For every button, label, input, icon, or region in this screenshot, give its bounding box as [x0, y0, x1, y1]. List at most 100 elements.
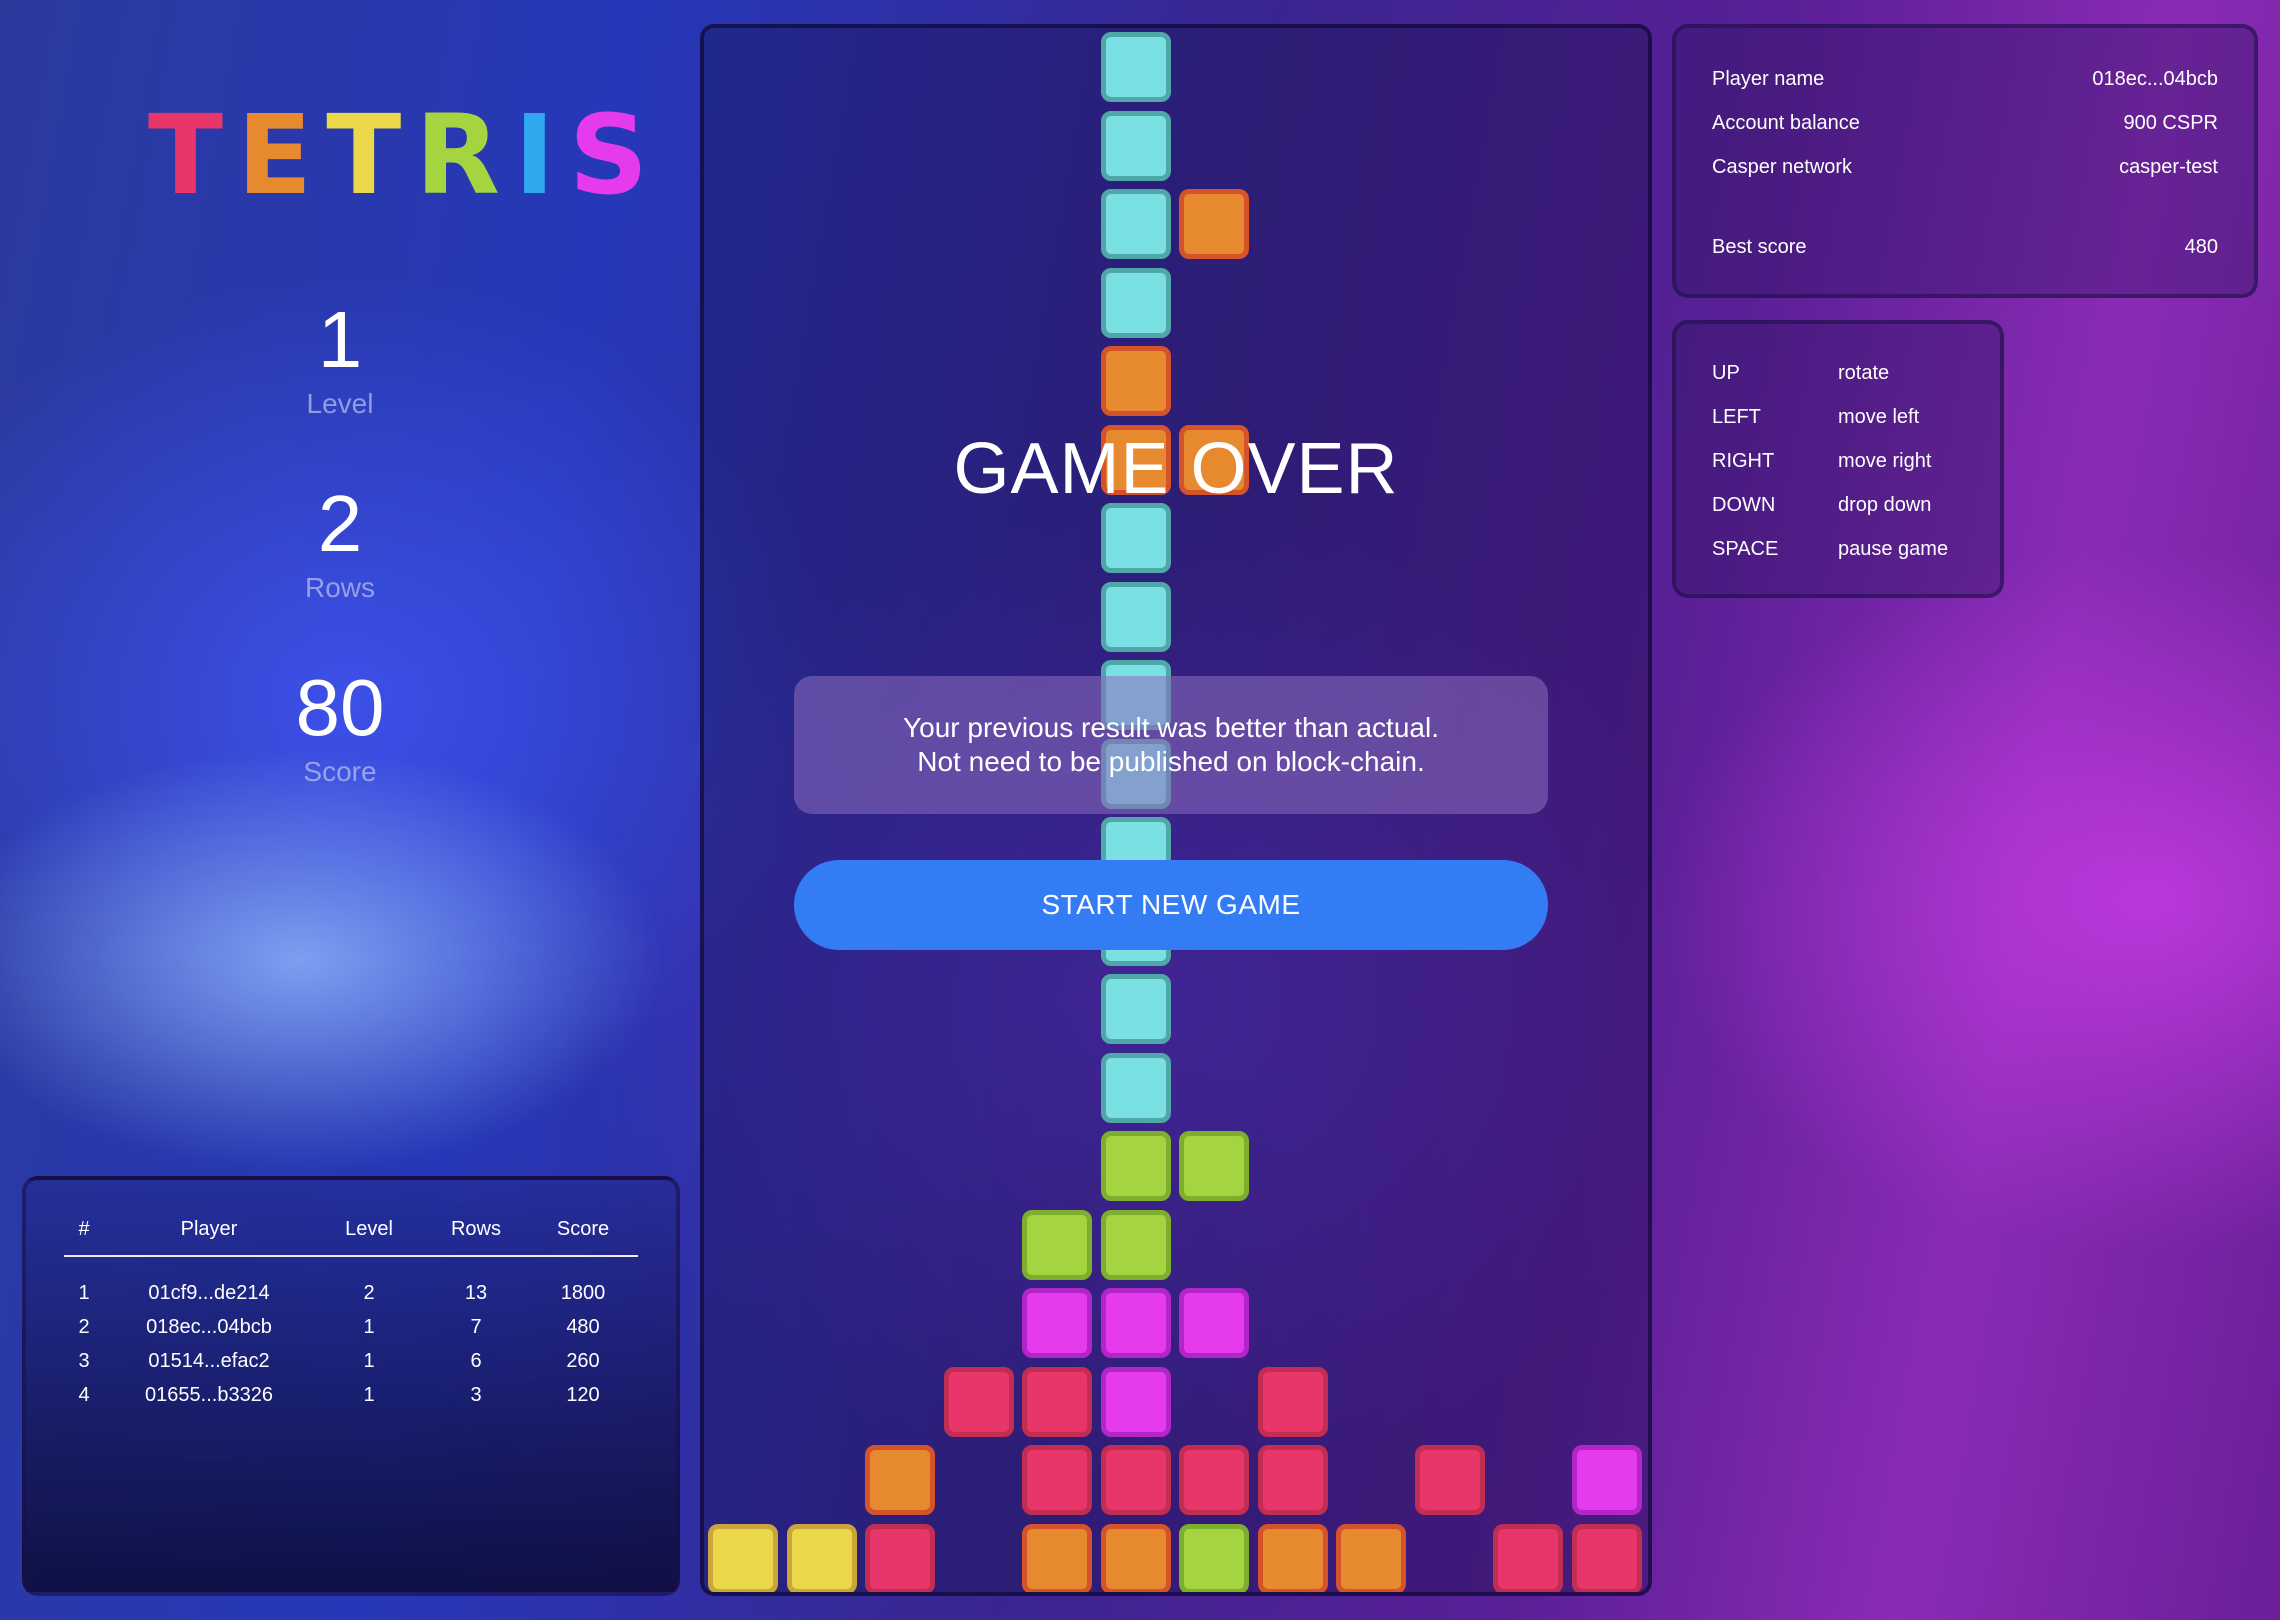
control-key: RIGHT: [1712, 450, 1775, 472]
rank-cell: 4: [78, 1383, 90, 1406]
score-label: Score: [303, 756, 377, 787]
player-name-value: 018ec...04bcb: [2092, 68, 2218, 90]
rank-cell: 1: [78, 1281, 90, 1304]
table-row: 2 018ec...04bcb 1 7 480: [64, 1310, 638, 1344]
balance-row: Account balance 900 CSPR: [1712, 112, 2218, 135]
control-key: SPACE: [1712, 538, 1779, 560]
game-board: GAME OVER Your previous result was bette…: [700, 24, 1652, 1596]
score-value: 80: [295, 663, 385, 752]
board-block: [865, 1523, 935, 1592]
board-block: [1100, 503, 1171, 573]
control-action: drop down: [1838, 494, 1932, 516]
leaderboard-header-row: # Player Level Rows Score: [64, 1218, 638, 1257]
best-score-value: 480: [2184, 236, 2218, 258]
rows-cell: 3: [470, 1383, 482, 1406]
board-block: [1100, 1209, 1171, 1280]
level-value: 1: [317, 295, 363, 384]
level-cell: 1: [363, 1383, 375, 1406]
board-block: [1100, 1366, 1171, 1437]
logo-letter: T: [148, 91, 234, 219]
rank-cell: 3: [78, 1349, 90, 1372]
board-block: [1100, 581, 1171, 652]
board-block: [1179, 189, 1249, 259]
col-rows-header: Rows: [424, 1218, 528, 1257]
message-line-1: Your previous result was better than act…: [903, 712, 1439, 743]
level-stat: 1 Level: [240, 300, 440, 420]
board-block: [1100, 1131, 1171, 1201]
start-new-game-button[interactable]: START NEW GAME: [794, 860, 1548, 950]
board-block: [943, 1366, 1014, 1437]
game-over-title: GAME OVER: [953, 429, 1399, 509]
best-score-row: Best score 480: [1712, 236, 2218, 259]
player-cell: 01655...b3326: [145, 1383, 273, 1406]
control-action: pause game: [1838, 538, 1949, 560]
rows-value: 2: [317, 479, 363, 568]
board-block: [1022, 1209, 1092, 1280]
player-info-panel: Player name 018ec...04bcb Account balanc…: [1672, 24, 2258, 298]
player-cell: 018ec...04bcb: [146, 1315, 272, 1338]
board-block: [1100, 32, 1171, 102]
logo-letter: R: [415, 91, 510, 219]
rank-cell: 2: [78, 1315, 90, 1338]
control-action: rotate: [1838, 362, 1890, 384]
network-value: casper-test: [2119, 156, 2218, 178]
control-action: move right: [1838, 450, 1932, 472]
tetris-logo: TETRIS: [148, 100, 658, 210]
player-name-row: Player name 018ec...04bcb: [1712, 68, 2218, 91]
board-block: [865, 1445, 935, 1515]
board-block: [1179, 1523, 1249, 1592]
level-label: Level: [306, 388, 374, 419]
board-block: [1100, 110, 1171, 181]
rows-cell: 6: [470, 1349, 482, 1372]
rows-cell: 13: [464, 1281, 488, 1304]
board-block: [1100, 189, 1171, 259]
logo-letter: S: [568, 91, 659, 219]
score-cell: 120: [566, 1383, 600, 1406]
logo-letter: E: [237, 91, 323, 219]
board-block: [1257, 1523, 1328, 1592]
col-player-header: Player: [104, 1218, 314, 1257]
board-block: [1100, 346, 1171, 416]
table-row: 4 01655...b3326 1 3 120: [64, 1378, 638, 1412]
network-row: Casper network casper-test: [1712, 156, 2218, 179]
board-block: [1179, 1131, 1249, 1201]
leaderboard-table: # Player Level Rows Score 1 01cf9...de21…: [64, 1218, 638, 1412]
rows-cell: 7: [470, 1315, 482, 1338]
score-cell: 1800: [560, 1281, 606, 1304]
control-row: LEFT move left: [1712, 406, 1919, 429]
board-block: [1257, 1366, 1328, 1437]
col-rank-header: #: [64, 1218, 104, 1257]
balance-value: 900 CSPR: [2123, 112, 2219, 134]
best-score-label: Best score: [1712, 236, 1807, 258]
network-label: Casper network: [1712, 156, 1853, 178]
control-row: SPACE pause game: [1712, 538, 1948, 561]
result-message: Your previous result was better than act…: [794, 676, 1548, 814]
board-block: [1100, 267, 1171, 338]
board-block: [786, 1523, 857, 1592]
board-block: [1100, 974, 1171, 1044]
board-block: [1022, 1445, 1092, 1515]
logo-letter: I: [513, 91, 565, 219]
col-level-header: Level: [314, 1218, 424, 1257]
table-row: 1 01cf9...de214 2 13 1800: [64, 1256, 638, 1310]
col-score-header: Score: [528, 1218, 638, 1257]
leaderboard-panel: # Player Level Rows Score 1 01cf9...de21…: [22, 1176, 680, 1596]
logo-letter: T: [326, 91, 412, 219]
board-block: [1100, 1052, 1171, 1123]
player-cell: 01cf9...de214: [148, 1281, 270, 1304]
board-block: [1022, 1366, 1092, 1437]
board-block: [1414, 1445, 1485, 1515]
board-block: [1022, 1523, 1092, 1592]
score-stat: 80 Score: [240, 668, 440, 788]
board-block: [1257, 1445, 1328, 1515]
balance-label: Account balance: [1712, 112, 1860, 134]
board-block: [1179, 1445, 1249, 1515]
control-row: DOWN drop down: [1712, 494, 1931, 517]
control-key: UP: [1712, 362, 1740, 384]
level-cell: 1: [363, 1315, 375, 1338]
control-row: RIGHT move right: [1712, 450, 1931, 473]
control-row: UP rotate: [1712, 362, 1889, 385]
control-key: DOWN: [1712, 494, 1776, 516]
table-row: 3 01514...efac2 1 6 260: [64, 1344, 638, 1378]
control-action: move left: [1838, 406, 1920, 428]
